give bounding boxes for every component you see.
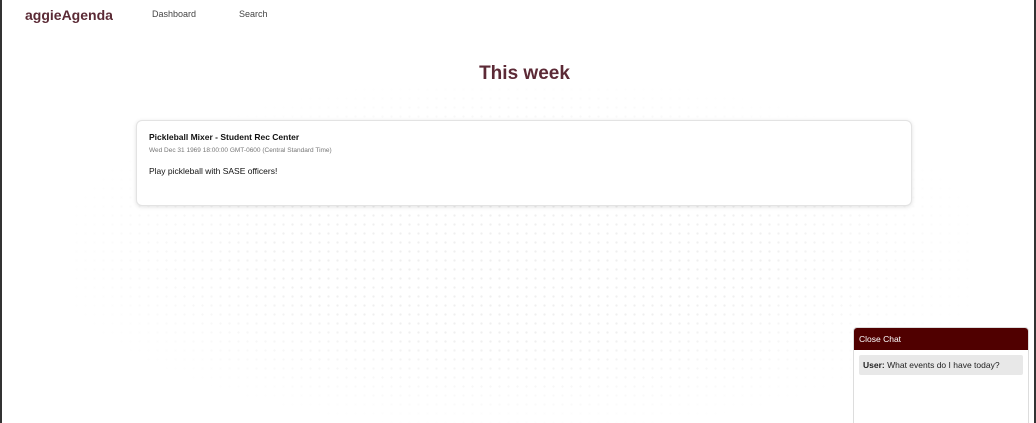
close-chat-button[interactable]: Close Chat [854, 328, 1028, 350]
brand-logo[interactable]: aggieAgenda [25, 7, 113, 23]
page-title: This week [479, 63, 570, 84]
nav-link-search[interactable]: Search [239, 9, 268, 19]
chat-message-text: What events do I have today? [884, 360, 1000, 370]
event-description: Play pickleball with SASE officers! [149, 166, 278, 176]
nav-link-dashboard[interactable]: Dashboard [152, 9, 196, 19]
chat-panel: Close Chat User: What events do I have t… [853, 327, 1029, 423]
event-date: Wed Dec 31 1969 18:00:00 GMT-0600 (Centr… [149, 147, 332, 154]
event-title: Pickleball Mixer - Student Rec Center [149, 132, 300, 142]
top-nav: aggieAgenda Dashboard Search [2, 0, 1034, 30]
chat-message-sender: User: [863, 360, 885, 370]
event-card[interactable]: Pickleball Mixer - Student Rec Center We… [136, 120, 912, 206]
app-window: aggieAgenda Dashboard Search This week P… [0, 0, 1036, 423]
chat-message: User: What events do I have today? [859, 355, 1023, 375]
